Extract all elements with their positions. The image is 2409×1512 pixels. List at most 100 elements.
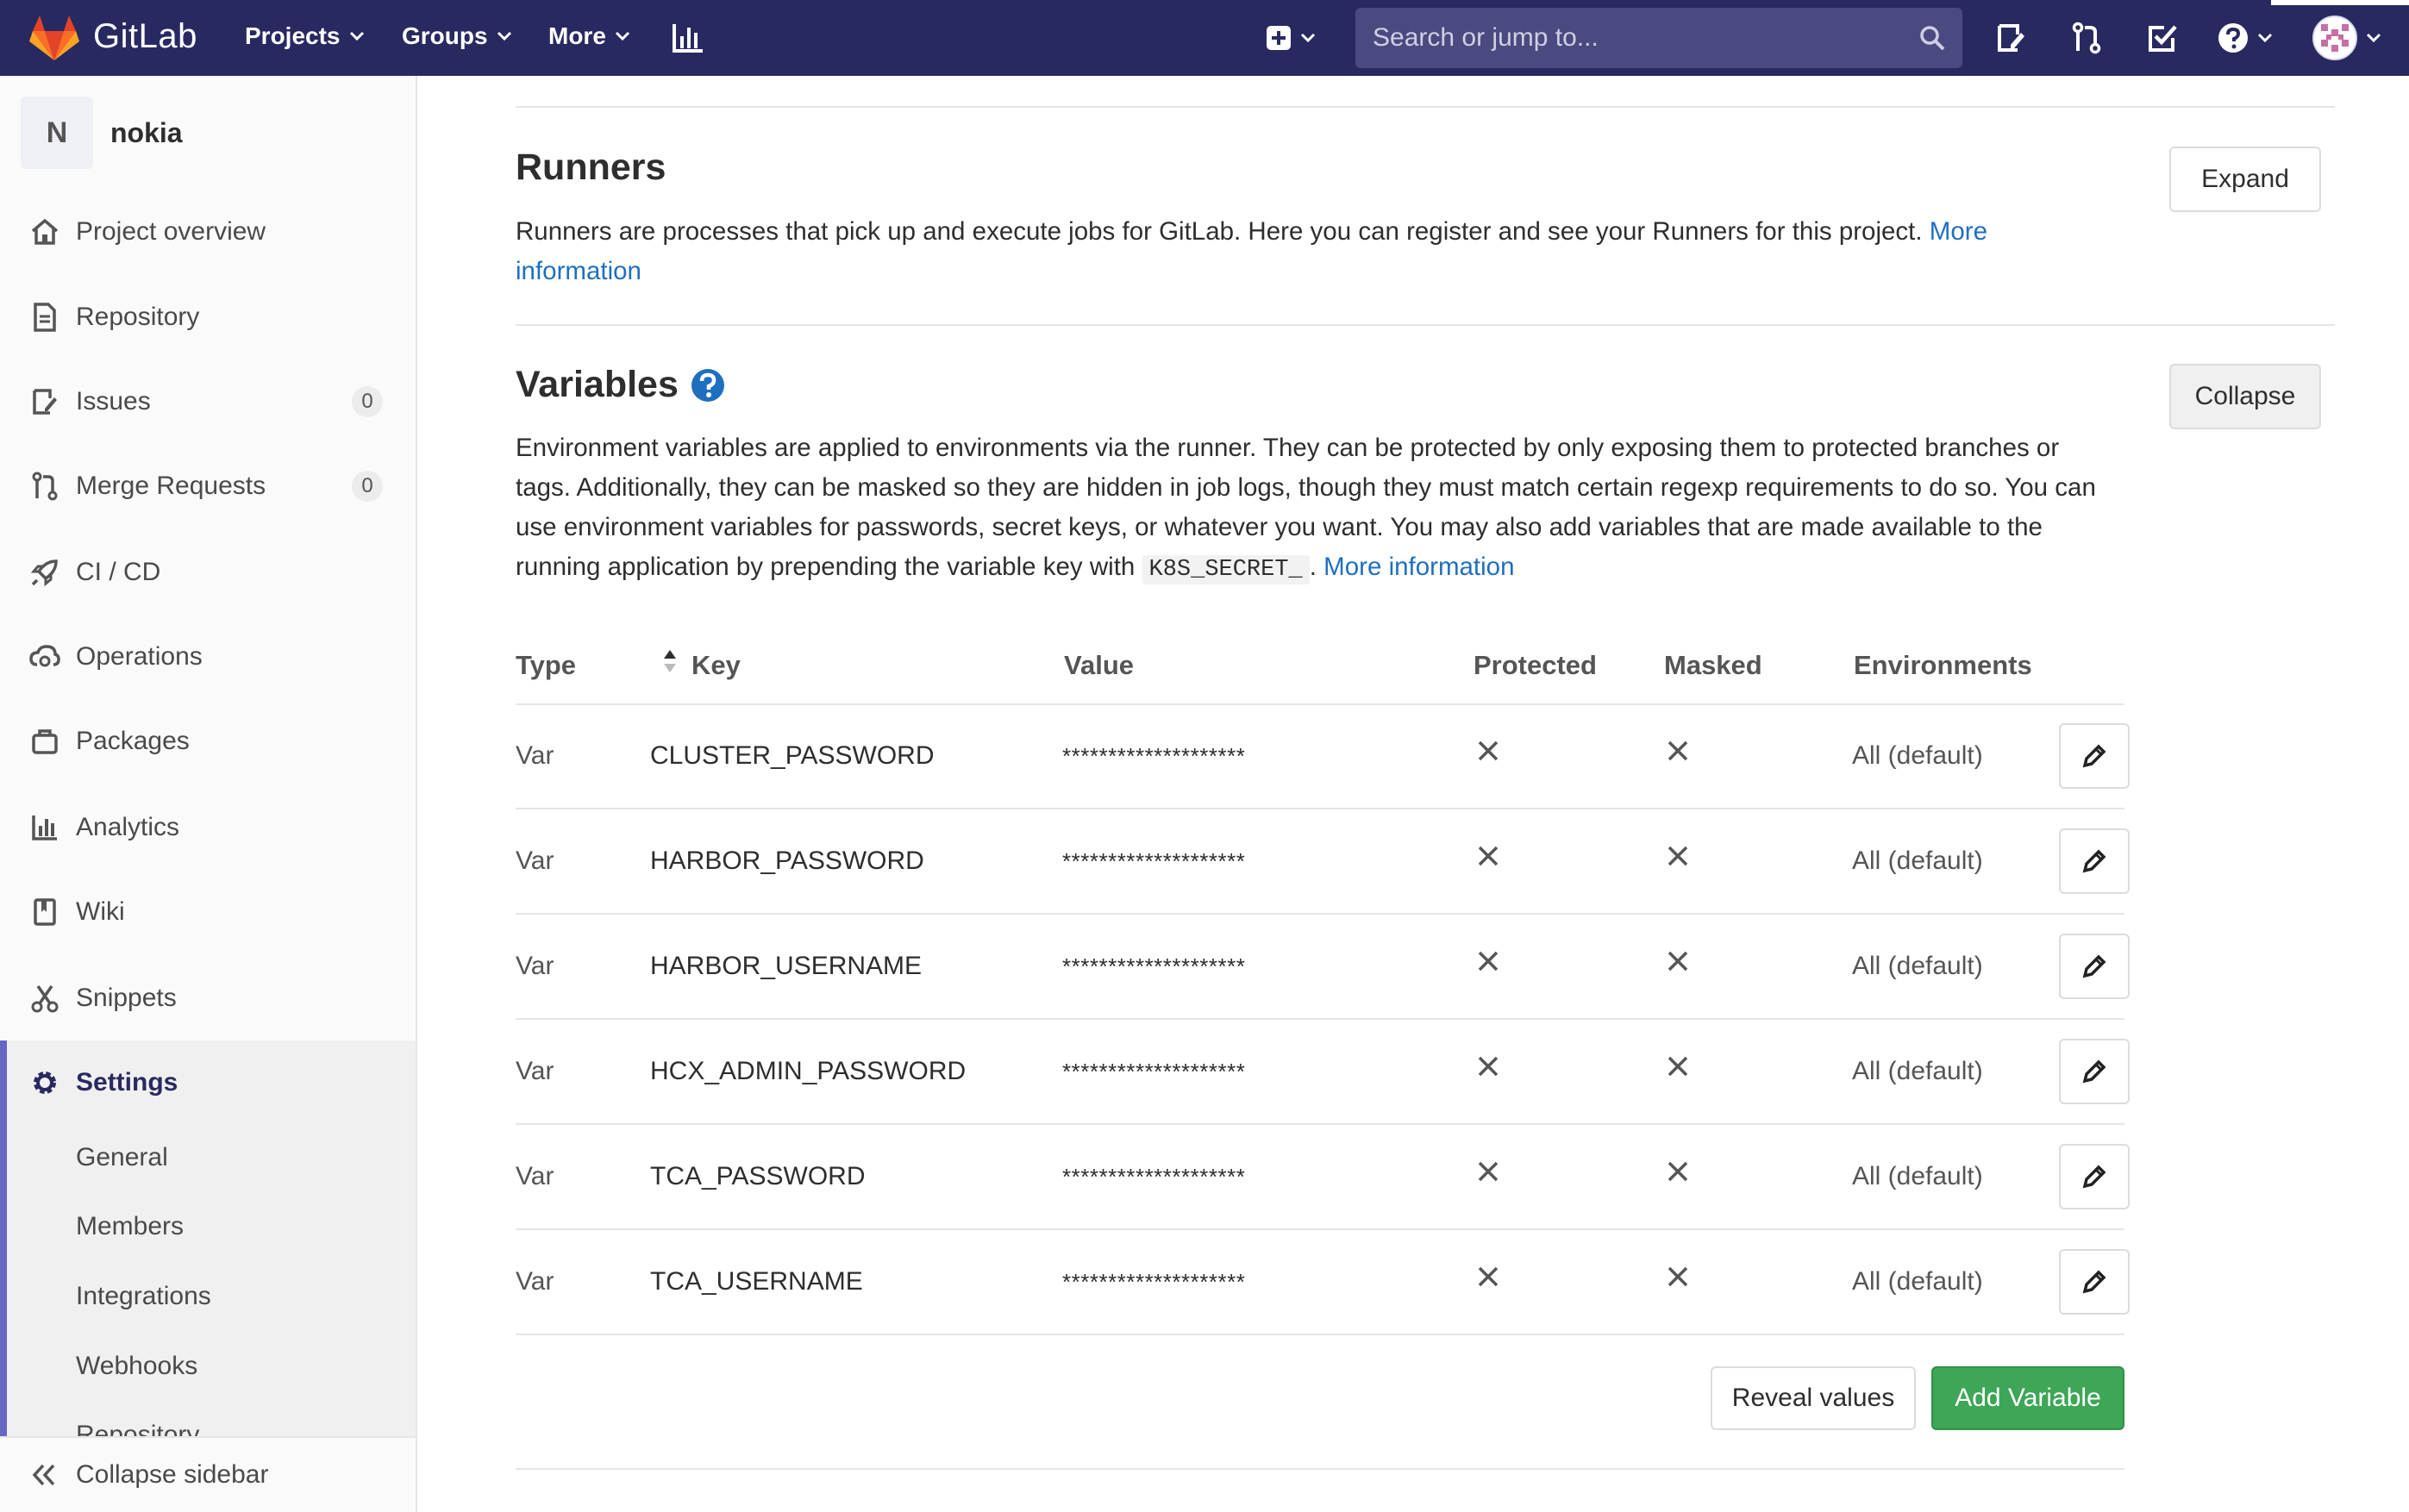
row-value-masked: ********************: [1062, 743, 1246, 769]
edit-variable-button[interactable]: [2059, 828, 2130, 894]
chevron-down-icon: [349, 31, 364, 41]
sidebar-item-label: Project overview: [76, 217, 266, 246]
sidebar-item-operations[interactable]: Operations: [0, 629, 416, 684]
project-header[interactable]: N nokia: [21, 97, 183, 169]
runners-expand-button[interactable]: Expand: [2169, 147, 2321, 212]
new-item-dropdown[interactable]: [1261, 19, 1321, 57]
sidebar-item-wiki[interactable]: Wiki: [0, 884, 416, 940]
groups-menu-label: Groups: [402, 22, 488, 49]
row-key: HCX_ADMIN_PASSWORD: [650, 1057, 967, 1085]
sidebar-item-label: Snippets: [76, 984, 177, 1012]
row-divider: [516, 808, 2124, 809]
issues-count-badge: 0: [352, 386, 383, 417]
sidebar-item-settings[interactable]: Settings: [0, 1055, 416, 1110]
edit-variable-button[interactable]: [2059, 1249, 2130, 1315]
merge-requests-count-badge: 0: [352, 471, 383, 502]
help-dropdown[interactable]: [2212, 19, 2278, 57]
row-value-masked: ********************: [1062, 848, 1246, 874]
todos-nav-icon[interactable]: [2145, 19, 2180, 57]
more-menu-label: More: [548, 22, 606, 49]
runners-title: Runners: [516, 147, 666, 188]
sidebar-item-issues[interactable]: Issues 0: [0, 374, 416, 429]
reveal-values-button[interactable]: Reveal values: [1711, 1366, 1916, 1430]
column-header-key-label: Key: [691, 650, 741, 680]
row-value-masked: ********************: [1062, 953, 1246, 979]
search-box[interactable]: [1355, 8, 1962, 68]
pencil-icon: [2082, 954, 2106, 978]
project-avatar: N: [21, 97, 93, 169]
project-sidebar: N nokia Project overview Repository Issu…: [0, 76, 417, 1512]
edit-variable-button[interactable]: [2059, 723, 2130, 789]
variables-heading: Variables: [516, 364, 725, 406]
sidebar-item-label: Analytics: [76, 813, 180, 841]
row-type: Var: [516, 741, 554, 770]
chevron-down-icon: [1300, 33, 1316, 43]
top-navbar: GitLab Projects Groups More: [0, 0, 2409, 76]
collapse-sidebar-button[interactable]: Collapse sidebar: [0, 1436, 416, 1512]
protected-false-icon: [1478, 951, 1499, 972]
row-type: Var: [516, 1057, 554, 1085]
variables-more-info-link[interactable]: More information: [1323, 553, 1514, 581]
settings-sub-members[interactable]: Members: [76, 1212, 184, 1241]
settings-sub-integrations[interactable]: Integrations: [76, 1282, 211, 1311]
edit-variable-button[interactable]: [2059, 1039, 2130, 1104]
settings-sub-general[interactable]: General: [76, 1143, 168, 1172]
activity-chart-icon[interactable]: [671, 19, 705, 57]
column-header-environments: Environments: [1854, 650, 2032, 680]
settings-sub-webhooks[interactable]: Webhooks: [76, 1352, 197, 1381]
pencil-icon: [2082, 849, 2106, 873]
divider: [516, 1468, 2124, 1470]
variables-collapse-button[interactable]: Collapse: [2169, 364, 2321, 429]
gitlab-logo-icon[interactable]: [29, 14, 79, 62]
row-divider: [516, 1123, 2124, 1125]
row-type: Var: [516, 1162, 554, 1190]
row-divider: [516, 1018, 2124, 1020]
groups-menu[interactable]: Groups: [402, 22, 512, 50]
row-type: Var: [516, 952, 554, 980]
sidebar-item-project-overview[interactable]: Project overview: [0, 204, 416, 259]
issues-icon: [29, 386, 60, 417]
sidebar-item-label: Packages: [76, 727, 190, 755]
more-menu[interactable]: More: [548, 22, 630, 50]
sidebar-item-packages[interactable]: Packages: [0, 714, 416, 769]
issues-nav-icon[interactable]: [1993, 19, 2028, 57]
sidebar-item-ci-cd[interactable]: CI / CD: [0, 545, 416, 600]
user-avatar[interactable]: [2312, 16, 2357, 60]
row-key: TCA_USERNAME: [650, 1267, 863, 1296]
masked-false-icon: [1668, 951, 1688, 972]
projects-menu[interactable]: Projects: [245, 22, 365, 50]
row-divider: [516, 1228, 2124, 1230]
chevron-down-icon[interactable]: [2366, 33, 2381, 43]
sidebar-item-label: Settings: [76, 1068, 178, 1097]
sidebar-item-merge-requests[interactable]: Merge Requests 0: [0, 459, 416, 514]
edit-variable-button[interactable]: [2059, 1144, 2130, 1209]
help-icon[interactable]: [691, 368, 725, 403]
sidebar-item-snippets[interactable]: Snippets: [0, 971, 416, 1026]
table-header-divider: [516, 703, 2124, 705]
pencil-icon: [2082, 1270, 2106, 1294]
column-header-key[interactable]: Key: [662, 650, 741, 681]
masked-false-icon: [1668, 846, 1688, 866]
masked-false-icon: [1668, 1266, 1688, 1287]
sidebar-item-label: Merge Requests: [76, 472, 266, 500]
divider: [516, 324, 2335, 326]
project-name: nokia: [110, 116, 183, 148]
brand-name[interactable]: GitLab: [93, 17, 197, 56]
row-value-masked: ********************: [1062, 1059, 1246, 1084]
column-header-type: Type: [516, 650, 577, 680]
help-icon: [2218, 23, 2248, 53]
row-environment: All (default): [1852, 741, 1983, 770]
merge-requests-nav-icon[interactable]: [2069, 19, 2104, 57]
masked-false-icon: [1668, 1161, 1688, 1182]
variables-description: Environment variables are applied to env…: [516, 428, 2119, 590]
row-key: CLUSTER_PASSWORD: [650, 741, 935, 770]
search-input[interactable]: [1373, 23, 1919, 53]
row-type: Var: [516, 1267, 554, 1296]
sidebar-item-repository[interactable]: Repository: [0, 290, 416, 345]
row-environment: All (default): [1852, 847, 1983, 875]
double-chevron-left-icon: [31, 1463, 57, 1487]
sidebar-item-analytics[interactable]: Analytics: [0, 800, 416, 855]
add-variable-button[interactable]: Add Variable: [1931, 1366, 2124, 1430]
edit-variable-button[interactable]: [2059, 934, 2130, 999]
merge-request-icon: [29, 471, 60, 502]
